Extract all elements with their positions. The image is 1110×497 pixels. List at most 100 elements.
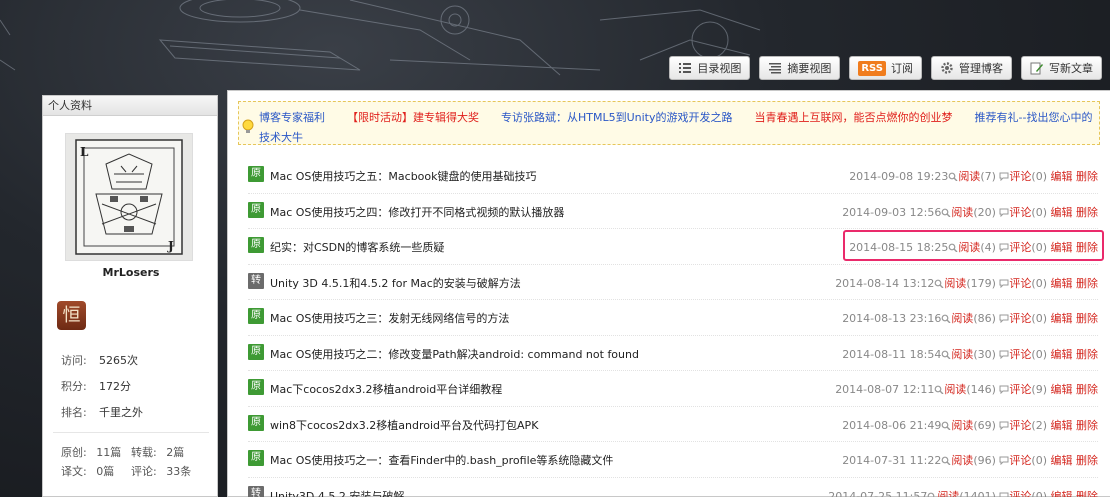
article-title-link[interactable]: Unity3D 4.5.2 安装与破解	[270, 488, 404, 497]
article-title-link[interactable]: Mac OS使用技巧之三：发射无线网络信号的方法	[270, 310, 509, 326]
comment-bubble-icon	[999, 172, 1009, 181]
username[interactable]: MrLosers	[43, 266, 219, 279]
manage-blog-label: 管理博客	[959, 62, 1003, 75]
comment-link[interactable]: 评论	[1009, 454, 1031, 467]
article-title-link[interactable]: Mac OS使用技巧之二：修改变量Path解决android: command …	[270, 346, 639, 362]
read-link[interactable]: 阅读	[951, 348, 973, 361]
article-meta: 2014-08-07 12:11 阅读(146) 评论(9) 编辑 删除	[835, 381, 1098, 397]
delete-link[interactable]: 删除	[1076, 490, 1098, 497]
article-date: 2014-07-31 11:22	[842, 454, 942, 467]
table-row: 原纪实：对CSDN的博客系统一些质疑 2014-08-15 18:25 阅读(4) …	[248, 229, 1098, 265]
edit-link[interactable]: 编辑	[1051, 490, 1073, 497]
original-tag-icon: 原	[248, 450, 264, 466]
magnifier-icon	[941, 456, 951, 465]
article-title-link[interactable]: Mac OS使用技巧之五：Macbook键盘的使用基础技巧	[270, 168, 537, 184]
read-link[interactable]: 阅读	[944, 383, 966, 396]
read-link[interactable]: 阅读	[951, 312, 973, 325]
reposted-value: 2篇	[166, 446, 185, 459]
edit-link[interactable]: 编辑	[1051, 419, 1073, 432]
edit-link[interactable]: 编辑	[1051, 170, 1073, 183]
manage-blog-button[interactable]: 管理博客	[931, 56, 1012, 80]
comment-link[interactable]: 评论	[1009, 490, 1031, 497]
comment-count: (0)	[1031, 170, 1047, 183]
delete-link[interactable]: 删除	[1076, 277, 1098, 290]
article-title-link[interactable]: win8下cocos2dx3.2移植android平台及代码打包APK	[270, 417, 538, 433]
comment-count: (0)	[1031, 205, 1047, 219]
delete-link[interactable]: 删除	[1076, 170, 1098, 183]
delete-link[interactable]: 删除	[1076, 348, 1098, 361]
comment-link[interactable]: 评论	[1009, 383, 1031, 396]
delete-link[interactable]: 删除	[1076, 454, 1098, 467]
comment-count: (9)	[1031, 383, 1047, 396]
comment-bubble-icon	[999, 279, 1009, 288]
edit-link[interactable]: 编辑	[1051, 454, 1073, 467]
edit-link[interactable]: 编辑	[1051, 206, 1073, 219]
write-article-button[interactable]: 写新文章	[1021, 56, 1102, 80]
catalog-view-label: 目录视图	[697, 62, 742, 75]
original-tag-icon: 原	[248, 379, 264, 395]
delete-link[interactable]: 删除	[1076, 383, 1098, 396]
article-meta: 2014-07-25 11:57 阅读(1401) 评论(0) 编辑 删除	[828, 488, 1098, 497]
comment-link[interactable]: 评论	[1009, 277, 1031, 290]
article-date: 2014-08-14 13:12	[835, 276, 935, 290]
comment-link[interactable]: 评论	[1009, 348, 1031, 361]
read-link[interactable]: 阅读	[937, 490, 959, 497]
article-meta: 2014-08-11 18:54 阅读(30) 评论(0) 编辑 删除	[842, 346, 1098, 362]
article-meta: 2014-09-08 19:23 阅读(7) 评论(0) 编辑 删除	[849, 168, 1098, 184]
article-title-link[interactable]: Mac OS使用技巧之一：查看Finder中的.bash_profile等系统隐…	[270, 452, 613, 468]
original-tag-icon: 原	[248, 414, 264, 431]
read-link[interactable]: 阅读	[958, 241, 980, 254]
blog-toolbar: 目录视图 摘要视图 RSS 订阅 管理博客 写新文章	[669, 56, 1102, 80]
stats-divider	[53, 432, 209, 433]
comment-bubble-icon	[999, 350, 1009, 359]
notice-link[interactable]: 【限时活动】建专辑得大奖	[347, 111, 479, 124]
profile-sidebar: 个人资料 L J MrLosers 恒 访问: 5265次 积分: 172分 排…	[42, 95, 218, 497]
table-row: 转 Unity3D 4.5.2 安装与破解 2014-07-25 11:57 阅读(1…	[248, 478, 1098, 497]
original-tag-icon: 原	[248, 308, 264, 324]
article-title-link[interactable]: 纪实：对CSDN的博客系统一些质疑	[270, 239, 444, 255]
comment-count: (2)	[1031, 418, 1047, 432]
edit-link[interactable]: 编辑	[1051, 312, 1073, 325]
avatar[interactable]: L J	[65, 133, 193, 261]
summary-view-button[interactable]: 摘要视图	[759, 56, 841, 80]
table-row: 转 Unity 3D 4.5.1和4.5.2 for Mac的安装与破解方法 201…	[248, 265, 1098, 300]
read-link[interactable]: 阅读	[951, 454, 973, 467]
comments-label: 评论:	[131, 465, 157, 478]
delete-link[interactable]: 删除	[1076, 312, 1098, 325]
read-link[interactable]: 阅读	[951, 419, 973, 432]
article-date: 2014-08-15 18:25	[849, 241, 949, 254]
read-count: (20)	[973, 205, 996, 219]
magnifier-icon	[927, 492, 935, 497]
comment-link[interactable]: 评论	[1009, 241, 1031, 254]
edit-link[interactable]: 编辑	[1051, 383, 1073, 396]
article-date: 2014-09-08 19:23	[849, 170, 949, 183]
notice-link[interactable]: 专访张路斌：从HTML5到Unity的游戏开发之路	[501, 111, 733, 124]
edit-link[interactable]: 编辑	[1051, 277, 1073, 290]
comment-link[interactable]: 评论	[1009, 419, 1031, 432]
rss-subscribe-button[interactable]: RSS 订阅	[849, 56, 922, 80]
read-link[interactable]: 阅读	[958, 170, 980, 183]
edit-link[interactable]: 编辑	[1051, 348, 1073, 361]
comment-link[interactable]: 评论	[1009, 206, 1031, 219]
edit-link[interactable]: 编辑	[1051, 241, 1073, 254]
repost-tag-icon: 转	[248, 485, 264, 497]
notice-link[interactable]: 博客专家福利	[259, 111, 325, 124]
article-title-link[interactable]: Mac OS使用技巧之四：修改打开不同格式视频的默认播放器	[270, 204, 564, 220]
notice-link[interactable]: 当青春遇上互联网，能否点燃你的创业梦	[755, 111, 953, 124]
read-link[interactable]: 阅读	[944, 277, 966, 290]
article-title-link[interactable]: Mac下cocos2dx3.2移植android平台详细教程	[270, 381, 502, 397]
magnifier-icon	[941, 421, 951, 430]
delete-link[interactable]: 删除	[1076, 206, 1098, 219]
article-meta: 2014-08-15 18:25 阅读(4) 评论(0) 编辑 删除	[849, 239, 1098, 255]
comment-link[interactable]: 评论	[1009, 170, 1031, 183]
read-link[interactable]: 阅读	[951, 206, 973, 219]
article-meta: 2014-08-13 23:16 阅读(86) 评论(0) 编辑 删除	[842, 310, 1098, 326]
article-title-link[interactable]: Unity 3D 4.5.1和4.5.2 for Mac的安装与破解方法	[270, 275, 521, 291]
comment-link[interactable]: 评论	[1009, 312, 1031, 325]
summary-view-label: 摘要视图	[787, 62, 832, 75]
article-date: 2014-08-06 21:49	[842, 418, 942, 432]
delete-link[interactable]: 删除	[1076, 419, 1098, 432]
catalog-view-button[interactable]: 目录视图	[669, 56, 751, 80]
delete-link[interactable]: 删除	[1076, 241, 1098, 254]
comment-bubble-icon	[999, 243, 1009, 252]
